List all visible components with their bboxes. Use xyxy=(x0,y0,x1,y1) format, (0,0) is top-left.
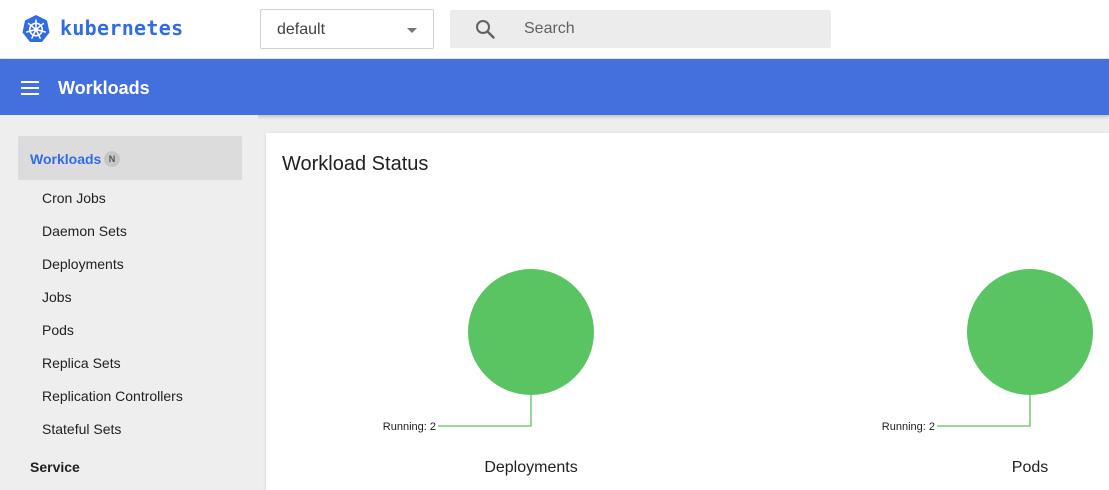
pods-label-leader-line xyxy=(937,395,1031,427)
search-icon[interactable] xyxy=(475,19,495,39)
sidebar-item-cron-jobs[interactable]: Cron Jobs xyxy=(42,190,106,206)
deployments-slice-label: Running: 2 xyxy=(383,421,436,433)
pods-slice-label: Running: 2 xyxy=(882,421,935,433)
sidebar-section-label: Workloads xyxy=(30,151,102,167)
title-bar: Workloads xyxy=(0,59,1109,115)
chevron-down-icon xyxy=(407,28,417,33)
top-bar: kubernetes default xyxy=(0,0,1109,59)
deployments-label-leader-line xyxy=(438,395,532,427)
brand-name[interactable]: kubernetes xyxy=(60,16,183,40)
sidebar-section-workloads[interactable]: Workloads N xyxy=(18,136,242,180)
kubernetes-logo-icon[interactable] xyxy=(21,14,51,44)
pods-pie-slice-running[interactable] xyxy=(967,269,1093,395)
deployments-chart-title: Deployments xyxy=(484,459,577,476)
namespace-value: default xyxy=(277,21,326,38)
page-title: Workloads xyxy=(58,78,150,98)
workload-status-card: Workload Status Running: 2 Deployments Run… xyxy=(266,133,1109,490)
sidebar-item-daemon-sets[interactable]: Daemon Sets xyxy=(42,223,127,239)
search-input[interactable] xyxy=(524,10,824,48)
sidebar-item-jobs[interactable]: Jobs xyxy=(42,289,72,305)
namespaced-badge: N xyxy=(104,151,120,167)
sidebar-item-replica-sets[interactable]: Replica Sets xyxy=(42,355,121,371)
deployments-pie-slice-running[interactable] xyxy=(468,269,594,395)
namespace-select[interactable]: default xyxy=(260,9,434,49)
sidebar-item-stateful-sets[interactable]: Stateful Sets xyxy=(42,421,121,437)
sidebar-item-pods[interactable]: Pods xyxy=(42,322,74,338)
sidebar-item-deployments[interactable]: Deployments xyxy=(42,256,124,272)
workload-status-charts: Running: 2 Deployments Running: 2 Pods xyxy=(383,269,1093,476)
sidebar-section-service[interactable]: Service xyxy=(30,459,80,475)
pods-chart-title: Pods xyxy=(1012,459,1048,476)
hamburger-menu-icon[interactable] xyxy=(21,81,39,95)
sidebar-item-replication-controllers[interactable]: Replication Controllers xyxy=(42,388,183,404)
sidebar: Workloads N Cron Jobs Daemon Sets Deploy… xyxy=(0,115,258,490)
search-box[interactable] xyxy=(450,10,831,48)
